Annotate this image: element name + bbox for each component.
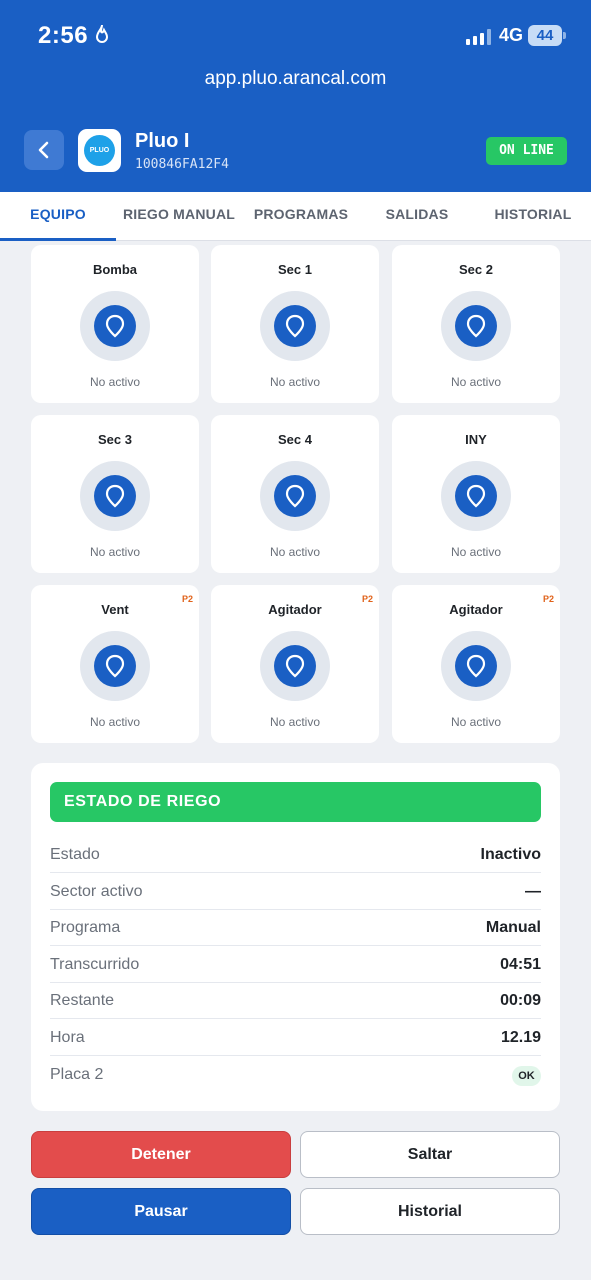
output-card[interactable]: Agitador P2 No activo <box>392 585 560 743</box>
output-toggle[interactable] <box>80 461 150 531</box>
output-card[interactable]: INY No activo <box>392 415 560 573</box>
status-row: Restante 00:09 <box>50 982 541 1019</box>
tab-programas[interactable]: PROGRAMAS <box>246 192 356 240</box>
location-pin-icon <box>466 654 486 678</box>
output-name: Vent <box>101 602 129 617</box>
status-row: Transcurrido 04:51 <box>50 946 541 983</box>
row-label: Transcurrido <box>50 956 140 973</box>
output-toggle[interactable] <box>260 291 330 361</box>
status-row: Placa 2 OK <box>50 1056 541 1093</box>
output-card[interactable]: Vent P2 No activo <box>31 585 199 743</box>
output-name: Agitador <box>268 602 322 617</box>
location-pin-icon <box>285 654 305 678</box>
output-name: Sec 4 <box>278 432 312 447</box>
output-card[interactable]: Sec 2 No activo <box>392 245 560 403</box>
chevron-left-icon <box>38 141 49 159</box>
url-bar[interactable]: app.pluo.arancal.com <box>0 68 591 90</box>
active-tab-indicator <box>0 238 116 241</box>
output-state: No activo <box>450 375 502 389</box>
location-pin-icon <box>466 314 486 338</box>
output-card[interactable]: Sec 1 No activo <box>211 245 379 403</box>
output-toggle[interactable] <box>441 631 511 701</box>
output-card[interactable]: Sec 4 No activo <box>211 415 379 573</box>
row-value: Manual <box>485 919 541 936</box>
battery-icon: 44 <box>528 25 566 46</box>
row-label: Placa 2 <box>50 1066 104 1083</box>
output-card[interactable]: Agitador P2 No activo <box>211 585 379 743</box>
row-value: 04:51 <box>500 956 541 973</box>
board-tag: P2 <box>181 594 193 604</box>
location-pin-icon <box>105 314 125 338</box>
tab-salidas[interactable]: SALIDAS <box>372 192 462 240</box>
output-state: No activo <box>450 545 502 559</box>
location-pin-icon <box>466 484 486 508</box>
output-toggle[interactable] <box>441 291 511 361</box>
stop-button[interactable]: Detener <box>31 1131 291 1178</box>
status-row: Estado Inactivo <box>50 836 541 873</box>
output-state: No activo <box>269 545 321 559</box>
row-label: Programa <box>50 919 121 936</box>
output-toggle[interactable] <box>260 461 330 531</box>
location-pin-icon <box>285 314 305 338</box>
output-toggle[interactable] <box>260 631 330 701</box>
output-state: No activo <box>269 715 321 729</box>
location-pin-icon <box>285 484 305 508</box>
row-value: — <box>525 883 541 900</box>
history-button[interactable]: Historial <box>300 1188 560 1235</box>
panel-title: ESTADO DE RIEGO <box>50 782 541 822</box>
device-name: Pluo I <box>135 130 190 152</box>
row-label: Hora <box>50 1029 85 1046</box>
output-name: Sec 3 <box>98 432 132 447</box>
battery-level: 44 <box>528 25 562 46</box>
tab-equipo[interactable]: EQUIPO <box>0 192 116 240</box>
output-name: Sec 2 <box>459 262 493 277</box>
status-row: Sector activo — <box>50 873 541 910</box>
device-logo: PLUO <box>78 129 121 172</box>
flame-icon <box>95 24 109 43</box>
location-pin-icon <box>105 484 125 508</box>
output-state: No activo <box>269 375 321 389</box>
tab-bar: EQUIPO RIEGO MANUAL PROGRAMAS SALIDAS HI… <box>0 192 591 241</box>
output-name: Agitador <box>449 602 503 617</box>
tab-historial[interactable]: HISTORIAL <box>480 192 586 240</box>
status-row: Hora 12.19 <box>50 1019 541 1056</box>
output-name: Sec 1 <box>278 262 312 277</box>
output-state: No activo <box>450 715 502 729</box>
network-type: 4G <box>499 25 524 45</box>
row-value: 12.19 <box>500 1029 541 1046</box>
status-row: Programa Manual <box>50 909 541 946</box>
logo-text: PLUO <box>84 135 115 166</box>
output-toggle[interactable] <box>441 461 511 531</box>
output-name: INY <box>465 432 487 447</box>
app-header: 2:56 4G 44 app.pluo.arancal.com PLUO Plu… <box>0 0 591 192</box>
board-tag: P2 <box>361 594 373 604</box>
output-state: No activo <box>89 545 141 559</box>
online-badge: ON LINE <box>486 137 567 165</box>
output-toggle[interactable] <box>80 291 150 361</box>
output-state: No activo <box>89 715 141 729</box>
status-time: 2:56 <box>38 22 89 49</box>
row-label: Restante <box>50 992 115 1009</box>
row-label: Sector activo <box>50 883 143 900</box>
row-label: Estado <box>50 846 100 863</box>
device-id: 100846FA12F4 <box>135 157 229 172</box>
output-toggle[interactable] <box>80 631 150 701</box>
output-card[interactable]: Sec 3 No activo <box>31 415 199 573</box>
pause-button[interactable]: Pausar <box>31 1188 291 1235</box>
irrigation-status-panel: ESTADO DE RIEGO Estado Inactivo Sector a… <box>31 763 560 1111</box>
status-badge: OK <box>512 1066 541 1086</box>
signal-icon <box>466 29 491 45</box>
row-value: Inactivo <box>480 846 541 863</box>
back-button[interactable] <box>24 130 64 170</box>
board-tag: P2 <box>542 594 554 604</box>
tab-riego-manual[interactable]: RIEGO MANUAL <box>118 192 240 240</box>
skip-button[interactable]: Saltar <box>300 1131 560 1178</box>
output-card[interactable]: Bomba No activo <box>31 245 199 403</box>
location-pin-icon <box>105 654 125 678</box>
output-name: Bomba <box>92 262 138 277</box>
status-bar: 2:56 4G 44 <box>0 0 591 70</box>
output-state: No activo <box>89 375 141 389</box>
row-value: 00:09 <box>500 992 541 1009</box>
